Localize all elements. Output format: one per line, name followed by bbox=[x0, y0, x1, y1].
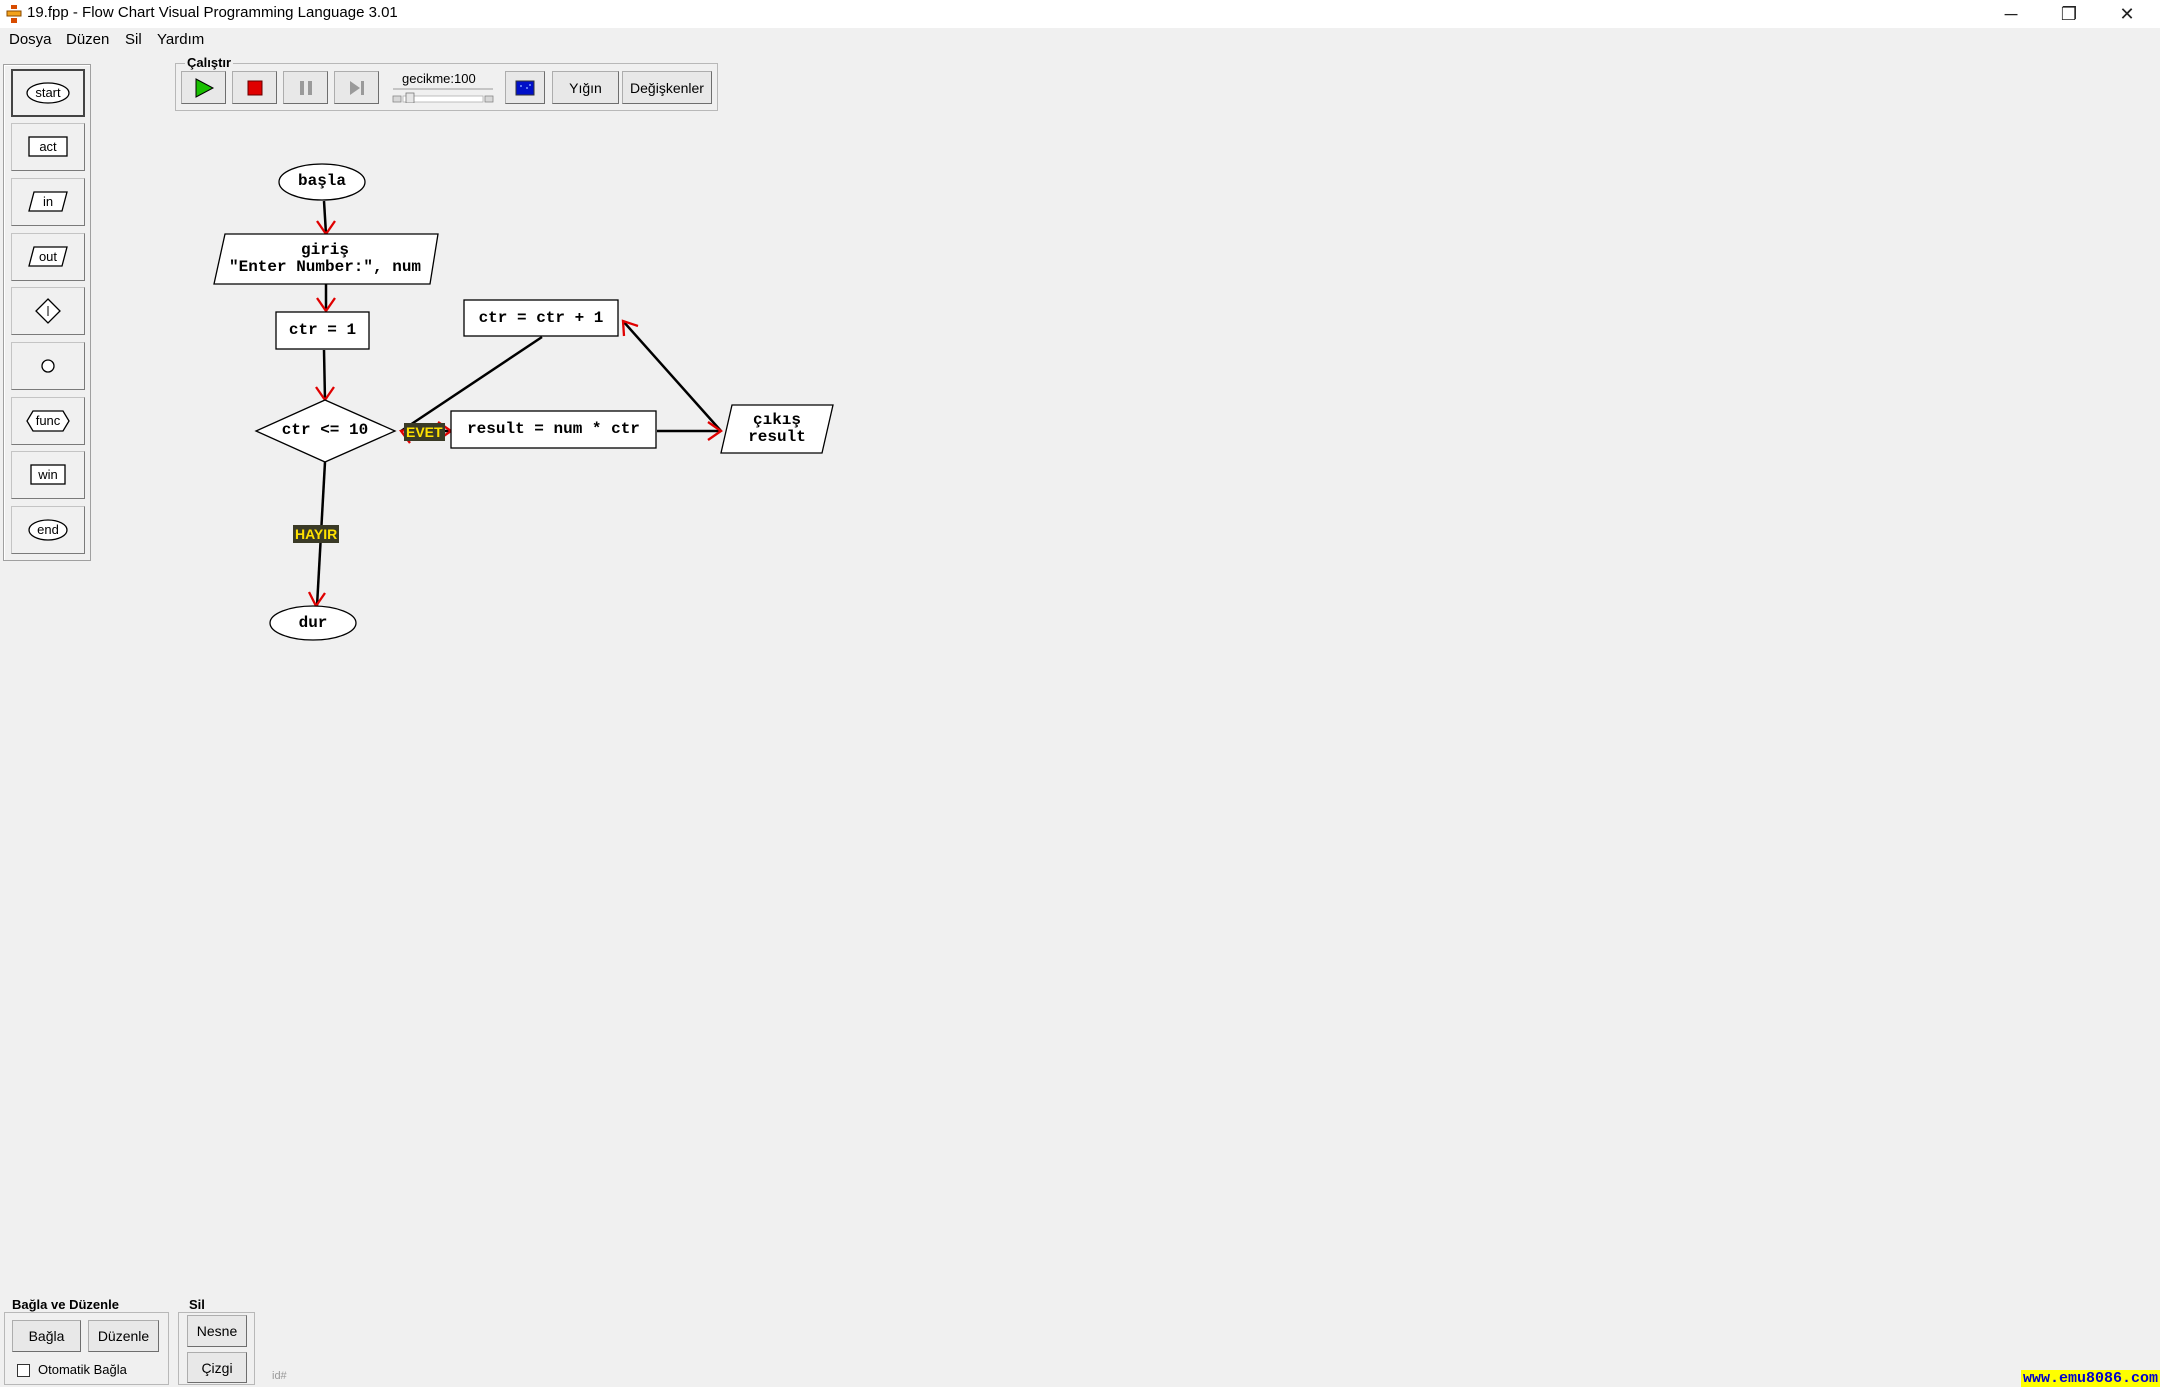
init-node-label: ctr = 1 bbox=[288, 321, 357, 339]
connect-button[interactable]: Bağla bbox=[12, 1320, 81, 1352]
flowchart-canvas[interactable] bbox=[0, 0, 2160, 1387]
website-link[interactable]: www.emu8086.com bbox=[2020, 1370, 2160, 1387]
input-node-title: giriş bbox=[300, 241, 349, 259]
input-node-args: "Enter Number:", num bbox=[228, 258, 422, 276]
output-node-title: çıkış bbox=[752, 411, 801, 429]
end-node-label: dur bbox=[298, 614, 328, 632]
connect-arrange-label: Bağla ve Düzenle bbox=[10, 1297, 121, 1312]
decision-node-label: ctr <= 10 bbox=[281, 421, 369, 439]
yes-branch-label: EVET bbox=[404, 423, 445, 441]
output-node-value: result bbox=[748, 428, 806, 446]
connector-init-decision bbox=[322, 349, 327, 401]
increment-node-label: ctr = ctr + 1 bbox=[478, 309, 604, 327]
compute-node-label: result = num * ctr bbox=[467, 420, 640, 438]
arrange-button[interactable]: Düzenle bbox=[88, 1320, 159, 1352]
no-branch-label: HAYIR bbox=[293, 525, 340, 543]
start-node-label: başla bbox=[297, 172, 346, 190]
auto-connect-label: Otomatik Bağla bbox=[38, 1362, 127, 1377]
delete-object-button[interactable]: Nesne bbox=[187, 1315, 247, 1347]
delete-group-label: Sil bbox=[187, 1297, 207, 1312]
id-indicator: id# bbox=[272, 1370, 287, 1382]
connector-start-input bbox=[322, 200, 328, 235]
delete-line-button[interactable]: Çizgi bbox=[187, 1352, 247, 1383]
auto-connect-checkbox[interactable] bbox=[17, 1364, 30, 1377]
